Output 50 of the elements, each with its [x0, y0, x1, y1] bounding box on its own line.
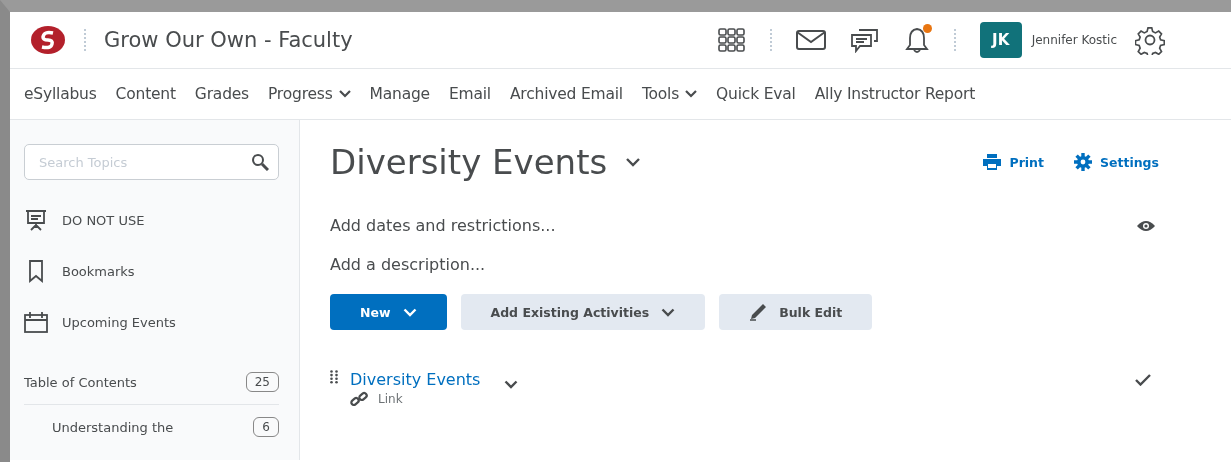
topic-link[interactable]: Diversity Events [350, 370, 481, 389]
chevron-down-icon[interactable] [625, 157, 642, 167]
nav-link[interactable]: Archived Email [509, 85, 623, 103]
course-title[interactable]: Grow Our Own - Faculty [104, 28, 353, 52]
toolbar-button[interactable]: Add Existing Activities [460, 294, 706, 330]
sidebar-item[interactable]: Bookmarks [24, 259, 279, 283]
nav-link[interactable]: Manage [369, 85, 430, 103]
action-link[interactable]: Print [983, 153, 1044, 171]
module-link[interactable]: Understanding the [52, 419, 174, 435]
settings-icon [1074, 153, 1092, 171]
topic-type: Link [378, 392, 403, 406]
description-link[interactable]: Add a description... [330, 255, 1231, 274]
link-icon [350, 391, 368, 407]
toolbar-button[interactable]: Bulk Edit [719, 294, 873, 330]
search-field[interactable]: Search Topics [24, 144, 279, 180]
nav-link[interactable]: Progress [268, 85, 351, 103]
logo-icon[interactable] [30, 25, 66, 55]
chevron-down-icon [402, 307, 417, 317]
nav-link[interactable]: Ally Instructor Report [814, 85, 976, 103]
grid-icon[interactable] [717, 28, 746, 52]
nav-link[interactable]: Email [448, 85, 491, 103]
mail-icon[interactable] [795, 30, 826, 50]
printer-icon [983, 154, 1002, 170]
eye-icon[interactable] [1137, 219, 1155, 232]
chevron-down-icon[interactable] [504, 380, 519, 389]
page-title: Diversity Events [330, 142, 608, 182]
toolbar-button[interactable]: New [330, 294, 447, 330]
sidebar-item[interactable]: DO NOT USE [24, 208, 279, 232]
pencil-icon [749, 303, 768, 321]
nav-link[interactable]: eSyllabus [24, 85, 97, 103]
user-name[interactable]: Jennifer Kostic [1031, 33, 1117, 47]
chat-icon[interactable] [849, 27, 880, 53]
nav-link[interactable]: Content [115, 85, 176, 103]
nav-link[interactable]: Tools [641, 85, 698, 103]
calendar-icon [24, 310, 48, 334]
topic-count: 6 [253, 417, 279, 437]
sidebar-item[interactable]: Upcoming Events [24, 310, 279, 334]
toc-heading[interactable]: Table of Contents [24, 374, 137, 390]
drag-handle-icon[interactable] [330, 370, 338, 384]
settings-icon[interactable] [1135, 25, 1165, 55]
dates-link[interactable]: Add dates and restrictions... [330, 216, 556, 235]
bell-icon[interactable] [903, 26, 930, 54]
nav-link[interactable]: Quick Eval [716, 85, 796, 103]
presentation-icon [24, 208, 48, 232]
nav-link[interactable]: Grades [194, 85, 249, 103]
user-avatar[interactable]: JK [979, 22, 1022, 58]
topic-count: 25 [245, 372, 279, 392]
chevron-down-icon [661, 307, 676, 317]
action-link[interactable]: Settings [1074, 153, 1159, 171]
search-icon[interactable] [251, 153, 269, 171]
